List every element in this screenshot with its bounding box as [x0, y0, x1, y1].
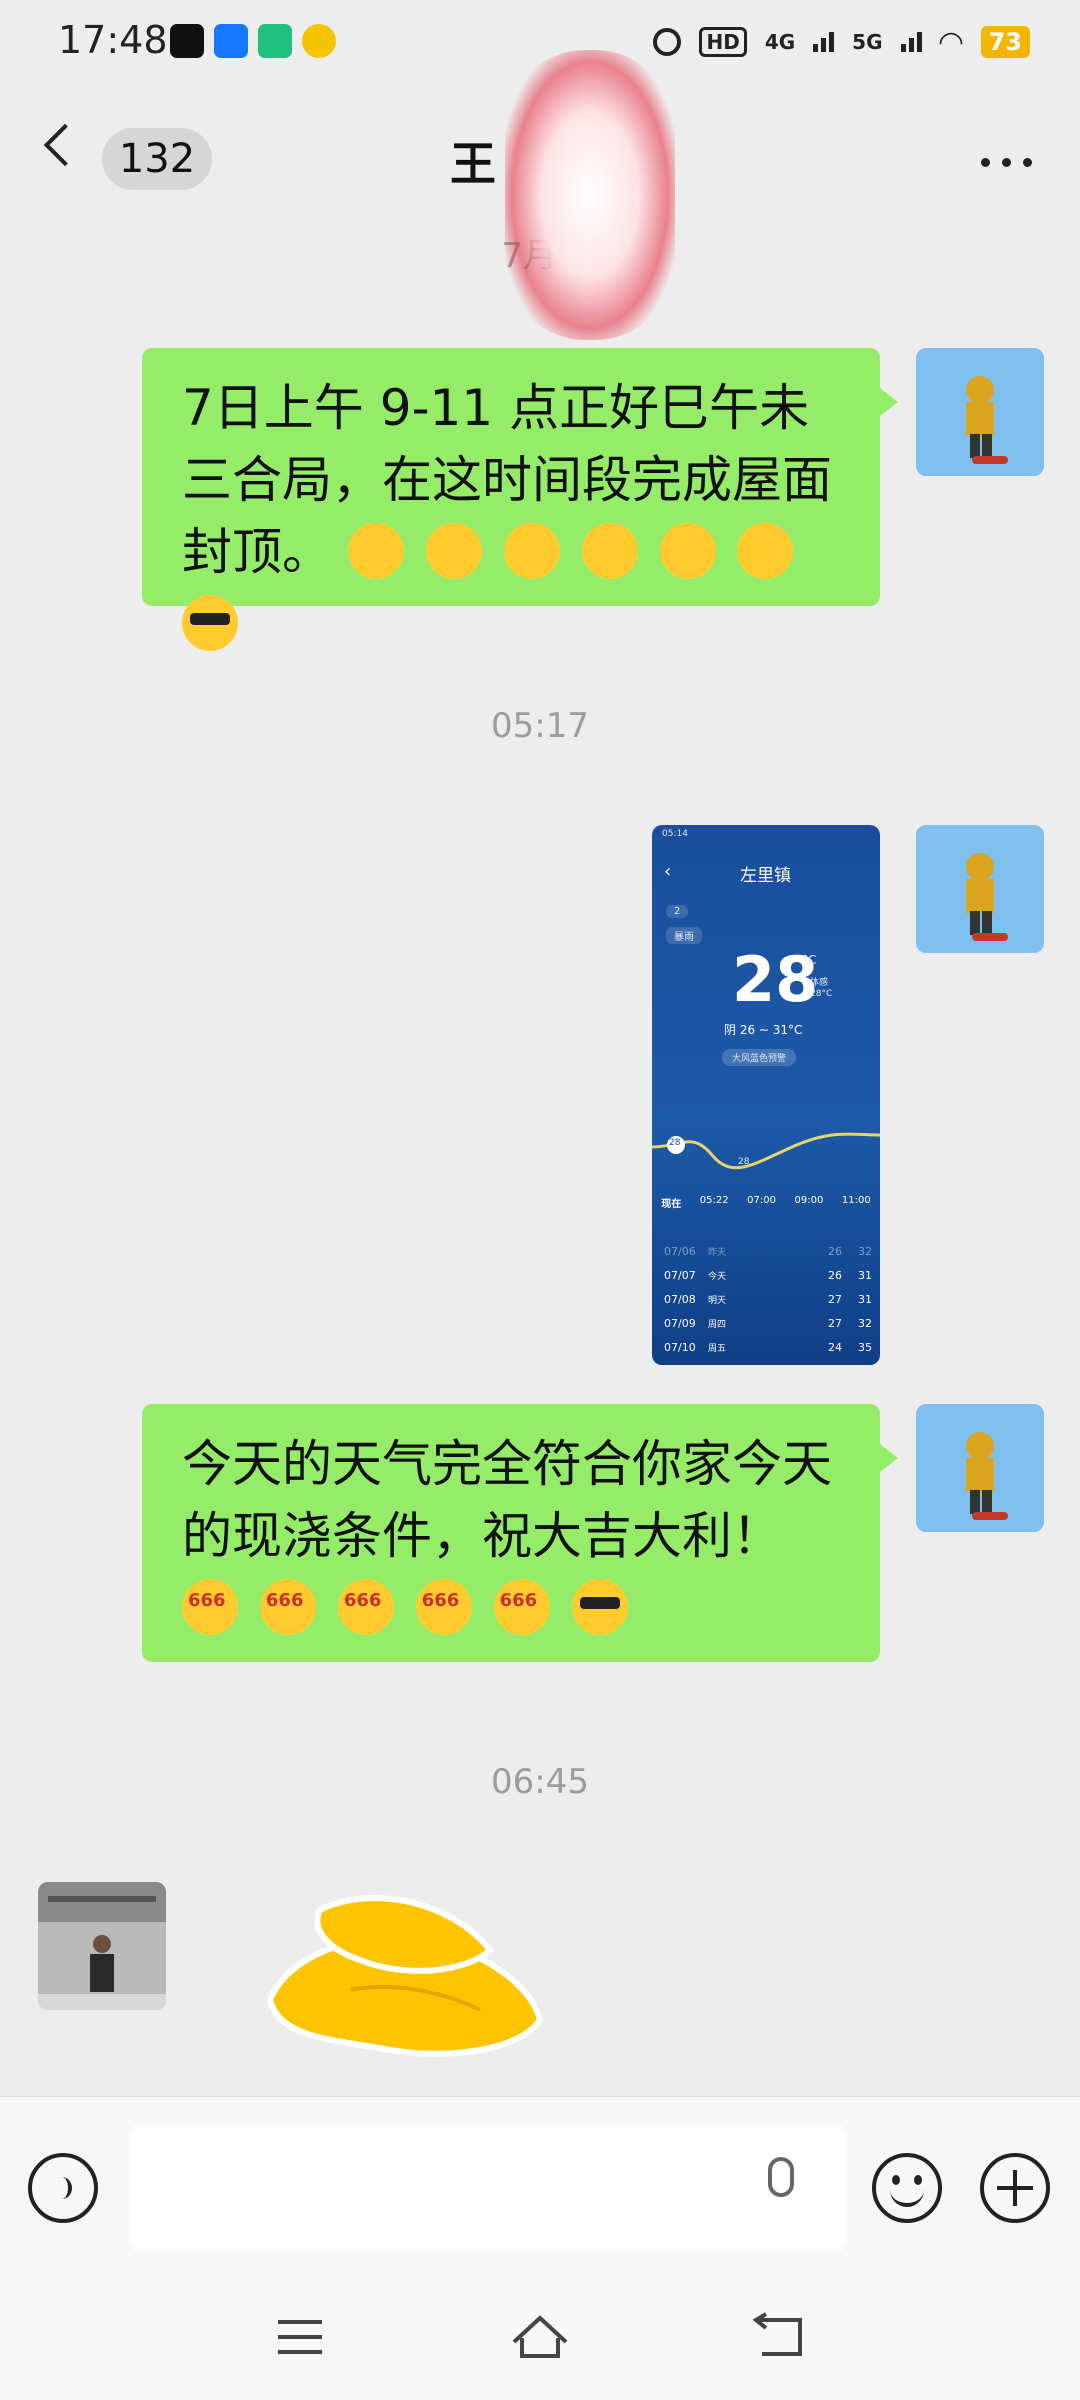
my-avatar[interactable] [916, 825, 1044, 953]
more-horizontal-icon[interactable] [981, 158, 1032, 167]
emoji-row: 666 666 666 666 666 [182, 1579, 634, 1637]
message-bubble[interactable]: 今天的天气完全符合你家今天的现浇条件，祝大吉大利！ 666 666 666 66… [142, 1404, 898, 1662]
ws-day-row: 07/06 昨天 26 32 [664, 1245, 872, 1258]
sunglasses-emoji-icon [182, 595, 238, 651]
my-avatar[interactable] [916, 348, 1044, 476]
ws-day-row: 07/08 明天 27 31 [664, 1293, 872, 1306]
ws-status-time: 05:14 [662, 829, 688, 839]
system-nav-bar [0, 2276, 1080, 2400]
back-nav-icon[interactable] [752, 2312, 808, 2360]
microphone-icon[interactable] [768, 2157, 794, 2197]
unread-count-badge[interactable]: 132 [102, 128, 212, 190]
app-icon [258, 24, 292, 58]
ws-feels-value: 28°C [810, 989, 833, 999]
ws-condition: 阴 26 ~ 31°C [724, 1023, 803, 1037]
network-4g: 4G [764, 30, 796, 54]
alarm-icon [653, 28, 682, 56]
skateboarder-avatar-icon [916, 1404, 1044, 1532]
weather-screenshot-image[interactable]: 05:14 ‹ 左里镇 2 暴雨 28 °C 体感 28°C 阴 26 ~ 31… [652, 825, 880, 1365]
person-photo-avatar-icon [38, 1882, 166, 2010]
network-5g: 5G [852, 30, 883, 54]
666-emoji-icon: 666 [259, 1579, 316, 1635]
ws-hour: 09:00 [794, 1195, 824, 1206]
fist-emoji-icon [659, 523, 716, 579]
sunglasses-emoji-icon [571, 1579, 628, 1635]
battery-indicator: 73 [980, 26, 1030, 58]
message-timestamp: 05:17 [491, 706, 589, 746]
ws-curve-label: 28 [669, 1138, 681, 1148]
ws-hour: 05:22 [699, 1195, 729, 1206]
ws-hour: 11:00 [841, 1195, 871, 1206]
message-timestamp: 06:45 [491, 1762, 589, 1802]
my-avatar[interactable] [916, 1404, 1044, 1532]
signal-icon [900, 32, 922, 52]
shush-emoji-icon [347, 523, 404, 579]
ws-location: 左里镇 [740, 866, 791, 886]
plus-icon[interactable] [980, 2153, 1050, 2223]
ws-day-row: 07/10 周五 24 35 [664, 1341, 872, 1354]
skateboarder-avatar-icon [916, 825, 1044, 953]
menu-icon[interactable] [278, 2320, 322, 2354]
wifi-icon: ◠ [939, 24, 963, 60]
smiley-icon[interactable] [872, 2153, 942, 2223]
ws-unit: °C [802, 953, 817, 967]
hd-label: HD [699, 27, 747, 57]
fist-emoji-icon [581, 523, 638, 579]
666-emoji-icon: 666 [182, 1579, 238, 1635]
status-icons: HD 4G 5G ◠ 73 [653, 20, 1030, 64]
ws-temperature-curve [652, 1132, 880, 1170]
ws-curve-label: 28 [738, 1157, 750, 1167]
fist-emoji-icon [737, 523, 794, 579]
ws-feels-label: 体感 [810, 978, 829, 988]
ws-day-row: 07/09 周四 27 32 [664, 1317, 872, 1330]
redaction-scribble [505, 50, 675, 340]
chevron-left-icon[interactable] [43, 123, 87, 167]
signal-icon [813, 32, 835, 52]
alipay-icon [214, 24, 248, 58]
weibo-icon [302, 24, 336, 58]
message-text: 今天的天气完全符合你家今天的现浇条件，祝大吉大利！ [182, 1435, 832, 1565]
message-input[interactable] [130, 2125, 846, 2251]
666-emoji-icon: 666 [415, 1579, 472, 1635]
ws-day-row: 07/07 今天 26 31 [664, 1269, 872, 1282]
666-emoji-icon: 666 [337, 1579, 394, 1635]
contact-avatar[interactable] [38, 1882, 166, 2010]
ws-day-list: 07/06 昨天 26 32 07/07 今天 26 31 07/08 明天 2… [664, 1245, 872, 1365]
hands-sticker[interactable] [250, 1890, 550, 2080]
skateboarder-avatar-icon [916, 348, 1044, 476]
fist-emoji-icon [503, 523, 560, 579]
ws-hour: 现在 [661, 1199, 682, 1210]
status-time: 17:48 [58, 18, 168, 62]
ws-chip: 2 [666, 905, 689, 918]
message-bubble[interactable]: 7日上午 9-11 点正好巳午未三合局，在这时间段完成屋面封顶。 [142, 348, 898, 651]
ws-back-icon: ‹ [664, 861, 672, 882]
message-input-bar [0, 2096, 1080, 2277]
home-icon[interactable] [510, 2312, 570, 2360]
tiktok-icon [170, 24, 204, 58]
chat-title: 王 [450, 137, 496, 191]
666-emoji-icon: 666 [493, 1579, 550, 1635]
ws-chip: 暴雨 [666, 927, 702, 944]
ws-hour: 07:00 [747, 1195, 776, 1206]
ws-hours-row: 现在 05:22 07:00 09:00 11:00 [652, 1195, 880, 1210]
voice-icon[interactable] [28, 2153, 98, 2223]
fist-emoji-icon [425, 523, 482, 579]
ws-alert: 大风蓝色预警 [722, 1049, 797, 1066]
